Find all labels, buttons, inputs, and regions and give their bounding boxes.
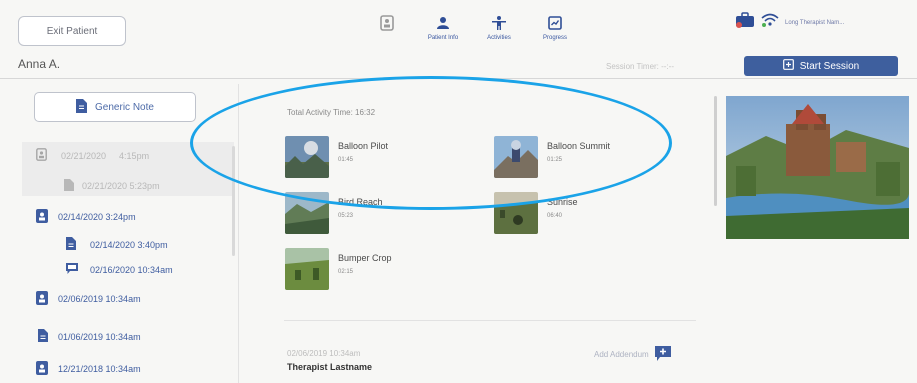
add-addendum-label: Add Addendum xyxy=(594,350,649,359)
nav-label: Activities xyxy=(487,35,511,41)
nav-activities[interactable]: Activities xyxy=(477,14,521,41)
sidebar-entry-date: 02/21/2020 5:23pm xyxy=(82,181,160,191)
activity-duration: 06:40 xyxy=(547,213,563,219)
id-badge-icon xyxy=(36,361,48,377)
activity-name: Bird Reach xyxy=(338,197,383,207)
nav-patient-info[interactable]: Patient Info xyxy=(421,14,465,41)
activity-thumbnail xyxy=(285,192,329,234)
sidebar-entry[interactable]: 02/06/2019 10:34am xyxy=(36,291,141,307)
patient-name: Anna A. xyxy=(18,57,61,71)
start-session-button[interactable]: Start Session xyxy=(744,56,898,76)
sidebar: Generic Note 02/21/2020 4:15pm 02/21/202… xyxy=(0,84,239,383)
sidebar-entry-date: 01/06/2019 10:34am xyxy=(58,331,141,342)
activity-name: Bumper Crop xyxy=(338,253,392,263)
activities-icon xyxy=(490,14,508,32)
activity-thumbnail xyxy=(494,136,538,178)
chat-icon xyxy=(66,263,78,276)
main-scrollbar[interactable] xyxy=(714,96,717,206)
sidebar-entry-date: 02/14/2020 3:24pm xyxy=(58,212,136,222)
sidebar-entry[interactable]: 02/14/2020 3:40pm xyxy=(66,237,168,252)
activity-item[interactable]: Balloon Pilot 01:45 xyxy=(285,136,388,178)
activity-name: Balloon Pilot xyxy=(338,141,389,151)
activity-item[interactable]: Balloon Summit 01:25 xyxy=(494,136,610,178)
id-badge-icon xyxy=(36,291,48,307)
connection-status: Long Therapist Nam... xyxy=(735,12,844,33)
activity-duration: 01:25 xyxy=(547,157,563,163)
sidebar-entry[interactable]: 02/21/2020 5:23pm xyxy=(64,179,160,193)
nav-progress[interactable]: Progress xyxy=(533,14,577,41)
top-nav: Patient Info Activities Progress xyxy=(365,14,577,41)
sidebar-entry-date: 02/06/2019 10:34am xyxy=(58,294,141,304)
header-divider xyxy=(0,78,917,79)
generic-note-label: Generic Note xyxy=(95,101,154,113)
wifi-icon xyxy=(761,13,779,32)
sidebar-entry-date: 02/14/2020 3:40pm xyxy=(90,239,168,250)
note-date: 02/06/2019 10:34am xyxy=(287,349,361,358)
start-session-icon xyxy=(782,59,794,73)
sidebar-entry[interactable]: 02/16/2020 10:34am xyxy=(66,263,173,276)
sidebar-entry[interactable]: 12/21/2018 10:34am xyxy=(36,361,141,377)
document-icon xyxy=(64,179,74,193)
section-divider xyxy=(284,320,696,321)
activity-item[interactable]: Bird Reach 05:23 xyxy=(285,192,383,234)
activity-thumbnail xyxy=(494,192,538,234)
document-icon xyxy=(66,237,76,252)
briefcase-icon[interactable] xyxy=(735,12,755,33)
sidebar-entry-date: 02/21/2020 xyxy=(61,150,107,161)
sidebar-entry[interactable]: 02/21/2020 4:15pm xyxy=(36,148,149,163)
generic-note-button[interactable]: Generic Note xyxy=(34,92,196,122)
id-badge-icon xyxy=(378,14,396,32)
document-icon xyxy=(38,329,48,344)
header: Exit Patient Anna A. Patient Info Activi… xyxy=(0,0,917,84)
start-session-label: Start Session xyxy=(799,60,860,72)
exit-patient-button[interactable]: Exit Patient xyxy=(18,16,126,46)
activity-thumbnail xyxy=(285,248,329,290)
therapist-name[interactable]: Long Therapist Nam... xyxy=(785,20,844,26)
activity-preview-image xyxy=(726,96,909,239)
id-badge-icon xyxy=(36,209,48,225)
activity-item[interactable]: Bumper Crop 02:15 xyxy=(285,248,392,290)
activity-name: Balloon Summit xyxy=(547,141,611,151)
add-note-icon xyxy=(654,346,671,363)
total-activity-time: Total Activity Time: 16:32 xyxy=(287,108,376,117)
progress-icon xyxy=(546,14,564,32)
sidebar-divider xyxy=(238,84,239,383)
activity-duration: 05:23 xyxy=(338,213,354,219)
document-icon xyxy=(76,98,88,116)
nav-id-badge[interactable] xyxy=(365,14,409,35)
id-badge-icon xyxy=(36,148,47,163)
activity-thumbnail xyxy=(285,136,329,178)
nav-label: Progress xyxy=(542,35,567,41)
activity-duration: 02:15 xyxy=(338,269,354,275)
sidebar-entry-time: 4:15pm xyxy=(119,150,150,161)
sidebar-entry-date: 02/16/2020 10:34am xyxy=(90,264,173,275)
sidebar-entry-date: 12/21/2018 10:34am xyxy=(58,364,141,374)
nav-label: Patient Info xyxy=(427,35,459,41)
add-addendum-button[interactable]: Add Addendum xyxy=(594,346,671,363)
sidebar-entry[interactable]: 02/14/2020 3:24pm xyxy=(36,209,136,225)
patient-info-icon xyxy=(434,14,452,32)
sidebar-scrollbar[interactable] xyxy=(232,146,235,256)
session-timer: Session Timer: --:-- xyxy=(606,62,675,71)
note-author: Therapist Lastname xyxy=(287,362,373,372)
activity-item[interactable]: Sunrise 06:40 xyxy=(494,192,578,234)
sidebar-entry[interactable]: 01/06/2019 10:34am xyxy=(38,329,141,344)
activity-duration: 01:45 xyxy=(338,157,354,163)
activity-name: Sunrise xyxy=(547,197,578,207)
